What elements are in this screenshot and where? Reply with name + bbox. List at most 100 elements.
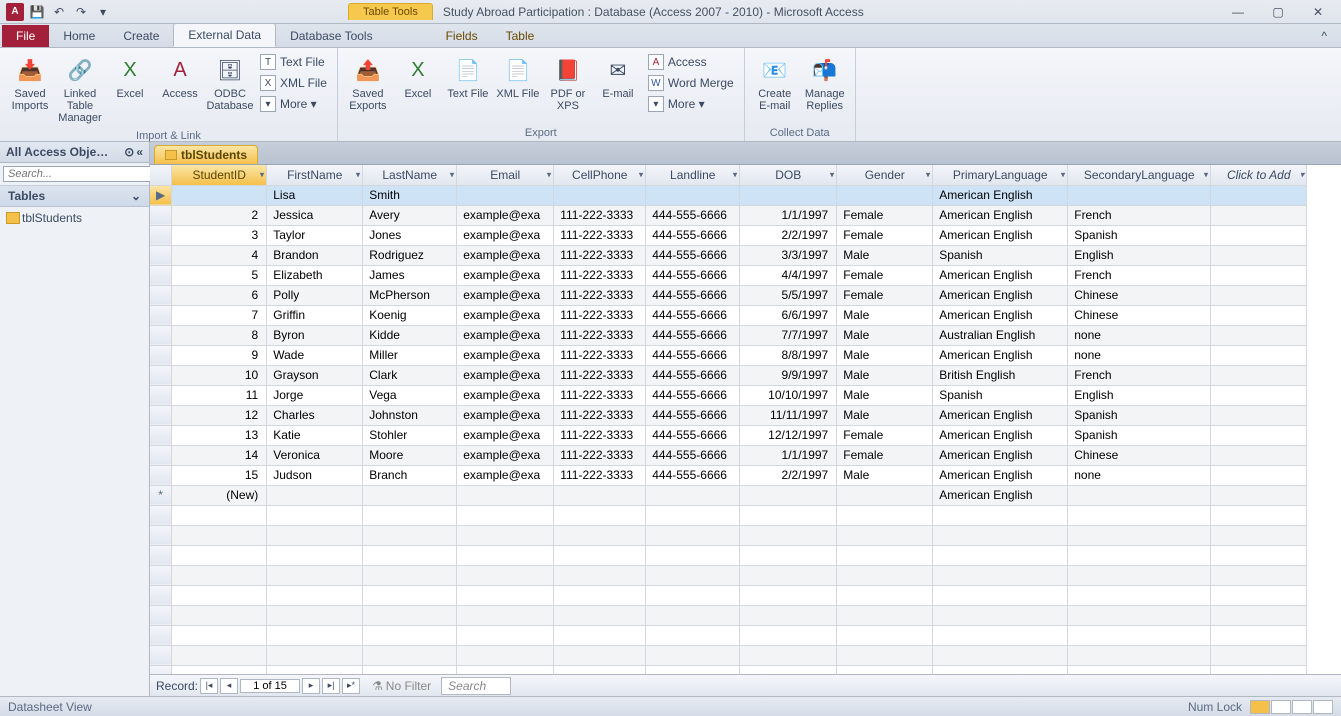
cell-gender[interactable]: Female	[837, 225, 933, 245]
cell-primary[interactable]: American English	[933, 185, 1068, 205]
cell-email[interactable]: example@exa	[457, 205, 554, 225]
import-excel-button[interactable]: XExcel	[106, 50, 154, 104]
cell-studentid[interactable]: 3	[172, 225, 267, 245]
column-header-secondarylanguage[interactable]: SecondaryLanguage▾	[1068, 165, 1211, 185]
tab-table[interactable]: Table	[492, 25, 549, 47]
cell-gender[interactable]: Male	[837, 365, 933, 385]
cell-secondary[interactable]: English	[1068, 385, 1211, 405]
cell-studentid[interactable]: 12	[172, 405, 267, 425]
cell-gender[interactable]: Female	[837, 265, 933, 285]
cell-lastname[interactable]: Vega	[363, 385, 457, 405]
cell-lastname[interactable]: Avery	[363, 205, 457, 225]
tab-fields[interactable]: Fields	[432, 25, 492, 47]
cell-cellphone[interactable]: 111-222-3333	[554, 345, 646, 365]
cell-add[interactable]	[1211, 225, 1307, 245]
cell-landline[interactable]: 444-555-6666	[646, 245, 740, 265]
table-row[interactable]: 14VeronicaMooreexample@exa111-222-333344…	[150, 445, 1307, 465]
cell-email[interactable]	[457, 185, 554, 205]
cell-secondary[interactable]: French	[1068, 265, 1211, 285]
cell-studentid[interactable]: 10	[172, 365, 267, 385]
cell-studentid[interactable]: (New)	[172, 485, 267, 505]
cell-studentid[interactable]: 14	[172, 445, 267, 465]
cell-gender[interactable]: Male	[837, 325, 933, 345]
dropdown-icon[interactable]: ▾	[356, 169, 361, 180]
cell-gender[interactable]: Female	[837, 425, 933, 445]
table-row[interactable]: ▶LisaSmithAmerican English	[150, 185, 1307, 205]
row-selector[interactable]	[150, 285, 172, 305]
cell-gender[interactable]: Female	[837, 205, 933, 225]
table-row[interactable]: 4BrandonRodriguezexample@exa111-222-3333…	[150, 245, 1307, 265]
column-header-landline[interactable]: Landline▾	[646, 165, 740, 185]
cell-cellphone[interactable]: 111-222-3333	[554, 365, 646, 385]
cell-add[interactable]	[1211, 265, 1307, 285]
cell-cellphone[interactable]: 111-222-3333	[554, 245, 646, 265]
table-row[interactable]: 5ElizabethJamesexample@exa111-222-333344…	[150, 265, 1307, 285]
saved-imports-button[interactable]: 📥Saved Imports	[6, 50, 54, 116]
cell-email[interactable]: example@exa	[457, 345, 554, 365]
linked-table-manager-button[interactable]: 🔗Linked Table Manager	[56, 50, 104, 128]
cell-email[interactable]: example@exa	[457, 285, 554, 305]
cell-dob[interactable]: 1/1/1997	[740, 445, 837, 465]
cell-firstname[interactable]: Byron	[267, 325, 363, 345]
cell-email[interactable]: example@exa	[457, 445, 554, 465]
cell-secondary[interactable]: Spanish	[1068, 405, 1211, 425]
cell-secondary[interactable]: Chinese	[1068, 285, 1211, 305]
cell-email[interactable]: example@exa	[457, 405, 554, 425]
cell-dob[interactable]: 4/4/1997	[740, 265, 837, 285]
cell-add[interactable]	[1211, 365, 1307, 385]
column-header-cellphone[interactable]: CellPhone▾	[554, 165, 646, 185]
cell-primary[interactable]: American English	[933, 345, 1068, 365]
row-selector[interactable]: ▶	[150, 185, 172, 205]
cell-secondary[interactable]: Spanish	[1068, 225, 1211, 245]
cell-dob[interactable]: 1/1/1997	[740, 205, 837, 225]
cell-primary[interactable]: American English	[933, 465, 1068, 485]
tab-create[interactable]: Create	[109, 25, 173, 47]
record-search-input[interactable]: Search	[441, 677, 511, 695]
cell-secondary[interactable]: none	[1068, 345, 1211, 365]
dropdown-icon[interactable]: ▾	[639, 169, 644, 180]
export-email-button[interactable]: ✉E-mail	[594, 50, 642, 104]
dropdown-icon[interactable]: ⊙	[124, 145, 134, 159]
table-row[interactable]: 13KatieStohlerexample@exa111-222-3333444…	[150, 425, 1307, 445]
new-record-button[interactable]: ▸*	[342, 678, 360, 694]
dropdown-icon[interactable]: ▾	[260, 169, 265, 180]
dropdown-icon[interactable]: ▾	[1204, 169, 1209, 180]
tab-tblstudents[interactable]: tblStudents	[154, 145, 258, 164]
column-header-primarylanguage[interactable]: PrimaryLanguage▾	[933, 165, 1068, 185]
cell-add[interactable]	[1211, 285, 1307, 305]
cell-cellphone[interactable]	[554, 185, 646, 205]
column-header-click-to-add[interactable]: Click to Add▾	[1211, 165, 1307, 185]
cell-dob[interactable]: 7/7/1997	[740, 325, 837, 345]
cell-lastname[interactable]: Rodriguez	[363, 245, 457, 265]
cell-cellphone[interactable]: 111-222-3333	[554, 425, 646, 445]
cell-primary[interactable]: American English	[933, 205, 1068, 225]
table-row[interactable]: 7GriffinKoenigexample@exa111-222-3333444…	[150, 305, 1307, 325]
cell-cellphone[interactable]: 111-222-3333	[554, 465, 646, 485]
cell-studentid[interactable]: 11	[172, 385, 267, 405]
dropdown-icon[interactable]: ▾	[450, 169, 455, 180]
cell-secondary[interactable]: Chinese	[1068, 445, 1211, 465]
manage-replies-button[interactable]: 📬Manage Replies	[801, 50, 849, 116]
nav-section-tables[interactable]: Tables⌄	[0, 186, 149, 207]
table-row[interactable]: 12CharlesJohnstonexample@exa111-222-3333…	[150, 405, 1307, 425]
column-header-lastname[interactable]: LastName▾	[363, 165, 457, 185]
cell-primary[interactable]: Australian English	[933, 325, 1068, 345]
cell-secondary[interactable]: French	[1068, 365, 1211, 385]
cell-add[interactable]	[1211, 345, 1307, 365]
import-text-file-button[interactable]: TText File	[256, 52, 331, 72]
cell-lastname[interactable]: Branch	[363, 465, 457, 485]
cell-primary[interactable]: Spanish	[933, 245, 1068, 265]
cell-lastname[interactable]: Smith	[363, 185, 457, 205]
cell-gender[interactable]: Male	[837, 405, 933, 425]
cell-landline[interactable]: 444-555-6666	[646, 225, 740, 245]
cell-firstname[interactable]: Taylor	[267, 225, 363, 245]
export-pdf-button[interactable]: 📕PDF or XPS	[544, 50, 592, 116]
cell-lastname[interactable]: Stohler	[363, 425, 457, 445]
cell-landline[interactable]: 444-555-6666	[646, 465, 740, 485]
cell-landline[interactable]: 444-555-6666	[646, 445, 740, 465]
dropdown-icon[interactable]: ▾	[926, 169, 931, 180]
cell-landline[interactable]: 444-555-6666	[646, 425, 740, 445]
first-record-button[interactable]: |◂	[200, 678, 218, 694]
cell-email[interactable]: example@exa	[457, 265, 554, 285]
cell-landline[interactable]: 444-555-6666	[646, 305, 740, 325]
